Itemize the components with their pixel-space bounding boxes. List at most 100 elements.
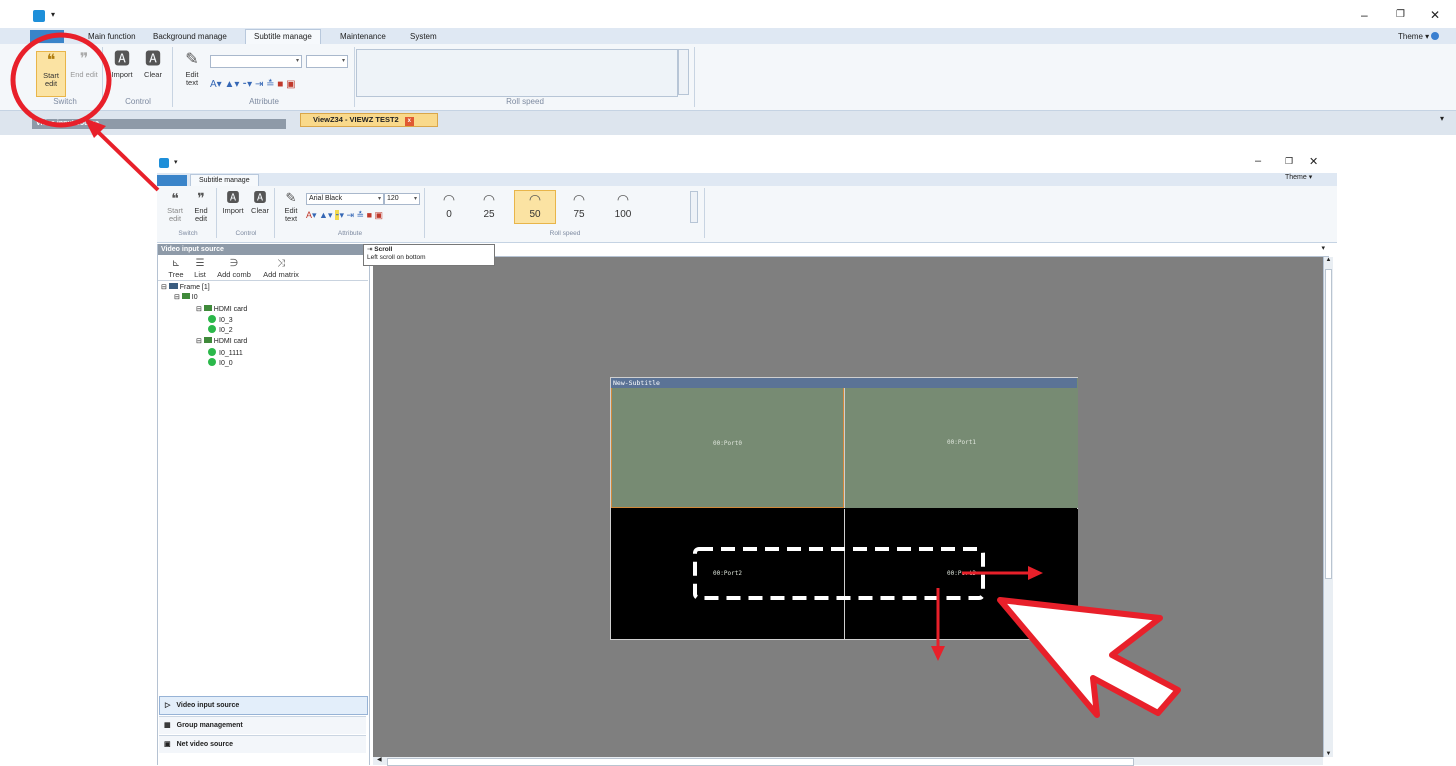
pointer-arrow-line bbox=[94, 128, 160, 192]
inner-end-edit-button[interactable]: ❞ End edit bbox=[190, 191, 212, 223]
top-ribbon: ❝ Start edit ❞ End edit Switch 🅰 Import 🅰… bbox=[0, 44, 1456, 111]
tree-view-button[interactable]: ⊾ Tree bbox=[166, 258, 186, 279]
port-cell-1[interactable]: 00:Port1 bbox=[844, 378, 1078, 508]
speed-50-option[interactable]: ◠ 50 bbox=[514, 190, 556, 224]
top-restore-button[interactable]: ❐ bbox=[1396, 9, 1405, 20]
tab-background-manage[interactable]: Background manage bbox=[145, 30, 235, 43]
top-roll-speed-scroll[interactable] bbox=[678, 49, 689, 95]
inner-doc-strip: ▾ bbox=[369, 244, 1329, 257]
top-format-icons[interactable]: A▾ ▲▾ ⁃▾ ⇥ ≛ ■ ▣ bbox=[210, 79, 296, 90]
speed-0-option[interactable]: ◠ 0 bbox=[436, 191, 462, 223]
tab-subtitle-manage[interactable]: Subtitle manage bbox=[245, 29, 321, 45]
top-size-combo[interactable]: ▾ bbox=[306, 55, 348, 68]
inner-close-button[interactable]: ✕ bbox=[1309, 155, 1318, 168]
port-cell-0[interactable]: 00:Port0 bbox=[611, 378, 844, 508]
tab-main-function[interactable]: Main function bbox=[80, 30, 144, 43]
tree-frame-node[interactable]: ⊟ Frame [1] bbox=[161, 283, 210, 292]
port-2-label: 00:Port2 bbox=[713, 570, 742, 577]
subtitle-label-overlay: New-Subtitle bbox=[613, 379, 660, 387]
inner-roll-speed-scroll[interactable] bbox=[690, 191, 698, 223]
nav-group-management[interactable]: ▦ Group management bbox=[159, 716, 366, 734]
top-minimize-button[interactable]: – bbox=[1361, 8, 1368, 22]
import-button[interactable]: 🅰 Import bbox=[108, 51, 136, 79]
clear-button[interactable]: 🅰 Clear bbox=[140, 51, 166, 79]
nav-net-video-source[interactable]: ▣ Net video source bbox=[159, 735, 366, 753]
port-cell-2[interactable]: 00:Port2 bbox=[611, 509, 844, 639]
subtitle-bar-overlay: New-Subtitle bbox=[611, 378, 1077, 388]
tree-i0-node[interactable]: ⊟ I0 bbox=[174, 293, 198, 302]
nav-label: Net video source bbox=[176, 741, 234, 748]
tree-view-label: Tree bbox=[168, 270, 184, 279]
net-video-icon: ▣ bbox=[164, 741, 171, 748]
top-app-icon[interactable] bbox=[33, 10, 45, 22]
inner-size-combo[interactable]: 120 ▾ bbox=[384, 193, 420, 205]
top-roll-speed-box[interactable] bbox=[356, 49, 678, 97]
inner-theme-menu[interactable]: Theme ▾ bbox=[1285, 173, 1312, 181]
inner-end-edit-label: End edit bbox=[194, 206, 208, 223]
inner-font-combo[interactable]: Arial Black ▾ bbox=[306, 193, 384, 205]
tab-maintenance[interactable]: Maintenance bbox=[332, 30, 394, 43]
tree-port-i0-1111[interactable]: I0_1111 bbox=[208, 348, 243, 358]
inner-edit-text-button[interactable]: ✎ Edit text bbox=[280, 191, 302, 223]
theme-menu[interactable]: Theme ▾ bbox=[1390, 30, 1447, 43]
inner-title-bar: ▾ – ❐ ✕ bbox=[157, 155, 1337, 175]
import-icon: 🅰 bbox=[113, 51, 130, 68]
inner-start-edit-button[interactable]: ❝ Start edit bbox=[164, 191, 186, 223]
tree-hdmi-card-1[interactable]: ⊟ HDMI card bbox=[196, 305, 247, 314]
inner-file-tab[interactable] bbox=[157, 175, 187, 186]
inner-minimize-button[interactable]: – bbox=[1255, 155, 1261, 167]
tree-icon: ⊾ bbox=[171, 258, 181, 269]
inner-format-icons[interactable]: A▾ ▲▾ ⁃▾ ⇥ ≛ ■ ▣ bbox=[306, 210, 383, 221]
inner-edit-text-icon: ✎ bbox=[285, 190, 297, 205]
speed-100-label: 100 bbox=[614, 209, 632, 220]
frame-icon bbox=[168, 283, 178, 289]
top-document-tab[interactable]: ViewZ34 - VIEWZ TEST2 x bbox=[300, 113, 438, 127]
end-edit-button[interactable]: ❞ End edit bbox=[70, 51, 98, 95]
quick-access-arrow[interactable]: ▾ bbox=[51, 10, 55, 19]
inner-group-switch: ❝ Start edit ❞ End edit Switch bbox=[160, 188, 217, 238]
gauge-100-icon: ◠ bbox=[616, 191, 630, 207]
scroll-left-icon[interactable]: ◀ bbox=[377, 756, 382, 763]
scroll-up-icon[interactable]: ▲ bbox=[1324, 257, 1333, 263]
top-file-tab[interactable] bbox=[30, 30, 64, 43]
edit-canvas[interactable]: New-Subtitle 00:Port0 00:Port1 00:Port2 … bbox=[373, 257, 1333, 757]
scroll-thumb[interactable] bbox=[1325, 269, 1332, 579]
list-view-button[interactable]: ☰ List bbox=[190, 258, 210, 279]
inner-quick-access-arrow[interactable]: ▾ bbox=[174, 158, 178, 166]
tree-hdmi-card-2[interactable]: ⊟ HDMI card bbox=[196, 337, 247, 346]
top-doc-dropdown-icon[interactable]: ▾ bbox=[1440, 114, 1444, 123]
nav-video-input-source[interactable]: ▷ Video input source bbox=[159, 696, 368, 715]
canvas-horizontal-scrollbar[interactable]: ◀ bbox=[373, 756, 1323, 766]
add-matrix-label: Add matrix bbox=[263, 270, 299, 279]
inner-restore-button[interactable]: ❐ bbox=[1285, 156, 1293, 167]
top-font-combo[interactable]: ▾ bbox=[210, 55, 302, 68]
add-matrix-button[interactable]: ⤨ Add matrix bbox=[260, 258, 302, 279]
add-comb-button[interactable]: ∋ Add comb bbox=[216, 258, 252, 279]
inner-doc-dropdown-icon[interactable]: ▾ bbox=[1321, 244, 1325, 252]
edit-text-button[interactable]: ✎ Edit text bbox=[180, 51, 204, 87]
start-edit-button[interactable]: ❝ Start edit bbox=[36, 51, 66, 97]
tree-port-i0-0[interactable]: I0_0 bbox=[208, 358, 233, 368]
group-icon: ▦ bbox=[164, 722, 171, 729]
inner-start-edit-label: Start edit bbox=[167, 206, 183, 223]
inner-clear-button[interactable]: 🅰 Clear bbox=[248, 191, 272, 215]
inner-import-button[interactable]: 🅰 Import bbox=[220, 191, 246, 215]
document-tab-title: ViewZ34 - VIEWZ TEST2 bbox=[313, 115, 399, 124]
scroll-down-icon[interactable]: ▼ bbox=[1324, 751, 1333, 757]
canvas-vertical-scrollbar[interactable]: ▲ ▼ bbox=[1323, 257, 1333, 757]
port-cell-3[interactable]: 00:Port3 bbox=[844, 509, 1078, 639]
document-tab-close[interactable]: x bbox=[404, 117, 414, 126]
help-icon[interactable] bbox=[1431, 32, 1440, 40]
tree-port-i0-2[interactable]: I0_2 bbox=[208, 325, 233, 335]
inner-app-icon[interactable] bbox=[159, 158, 169, 168]
quote-open-icon: ❝ bbox=[46, 52, 56, 69]
edit-text-label: Edit text bbox=[185, 70, 199, 87]
speed-100-option[interactable]: ◠ 100 bbox=[608, 191, 638, 223]
speed-75-option[interactable]: ◠ 75 bbox=[566, 191, 592, 223]
port-online-icon bbox=[208, 358, 216, 366]
speed-25-option[interactable]: ◠ 25 bbox=[476, 191, 502, 223]
tree-port-i0-3[interactable]: I0_3 bbox=[208, 315, 233, 325]
tab-system[interactable]: System bbox=[402, 30, 445, 43]
tooltip-title: ⇥ Scroll bbox=[367, 246, 393, 253]
top-close-button[interactable]: ✕ bbox=[1430, 8, 1440, 22]
